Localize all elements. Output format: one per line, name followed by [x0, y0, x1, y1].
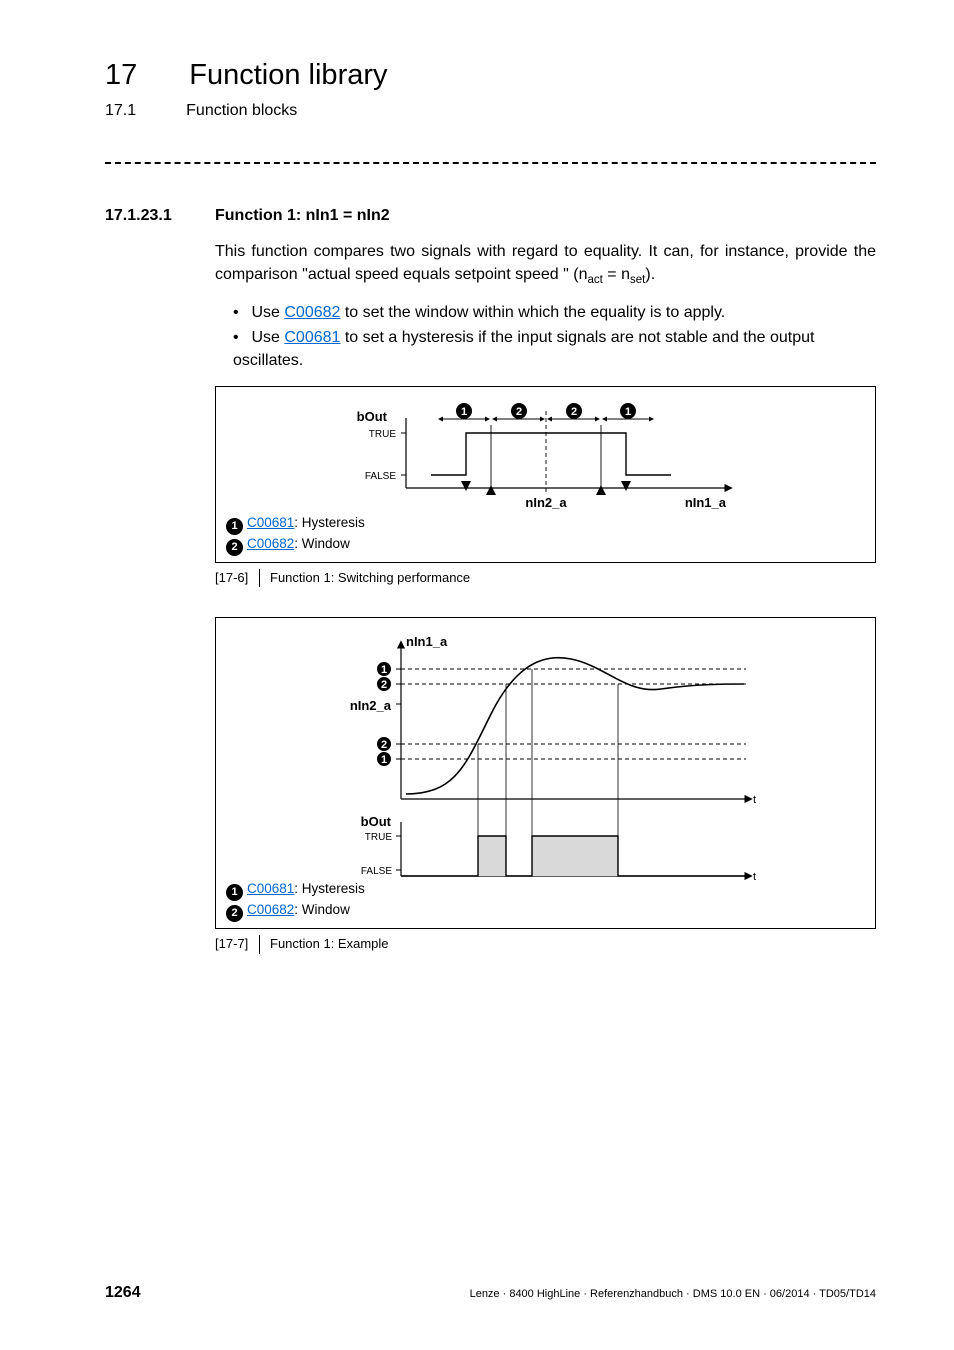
f1-m2a: 2 [515, 406, 521, 418]
figure-1: TRUE FALSE bOut [215, 386, 876, 563]
f1-bout: bOut [356, 409, 387, 424]
legend1-t2: : Window [294, 536, 350, 551]
f2-bout: bOut [360, 814, 391, 829]
legend1-t1: : Hysteresis [294, 515, 365, 530]
section-number: 17.1.23.1 [105, 205, 191, 227]
para1-text-c: ). [645, 266, 655, 283]
subsection-number: 17.1 [105, 100, 136, 122]
legend2-n2: 2 [226, 905, 243, 922]
legend2-t1: : Hysteresis [294, 881, 365, 896]
legend2-n1: 1 [226, 884, 243, 901]
para1-sub2: set [630, 274, 645, 286]
f2-u2: 2 [380, 679, 386, 691]
para1-text-b: = n [603, 266, 630, 283]
f1-m2b: 2 [570, 406, 576, 418]
f2-u1: 1 [380, 664, 386, 676]
legend1-n1: 1 [226, 518, 243, 535]
f1-true: TRUE [368, 429, 396, 440]
f2-nin1: nIn1_a [406, 634, 448, 649]
f2-false: FALSE [360, 866, 391, 877]
legend1-link2[interactable]: C00682 [247, 536, 294, 551]
link-c00682[interactable]: C00682 [284, 304, 340, 321]
caption2-text: Function 1: Example [270, 935, 389, 953]
chapter-title: Function library [189, 55, 387, 96]
section-title: Function 1: nIn1 = nIn2 [215, 205, 390, 227]
figure-2-svg: nIn1_a nIn2_a 1 2 2 1 [306, 634, 786, 889]
f1-false: FALSE [364, 471, 395, 482]
f1-m1a: 1 [460, 406, 466, 418]
figure-2: nIn1_a nIn2_a 1 2 2 1 [215, 617, 876, 929]
f1-nin1: nIn1_a [684, 495, 726, 510]
chapter-number: 17 [105, 55, 137, 96]
bullet1-a: Use [251, 304, 284, 321]
caption1-text: Function 1: Switching performance [270, 569, 470, 587]
page-number: 1264 [105, 1282, 141, 1304]
legend2-t2: : Window [294, 902, 350, 917]
legend1-link1[interactable]: C00681 [247, 515, 294, 530]
figure-1-svg: TRUE FALSE bOut [331, 403, 761, 518]
bullet2-a: Use [251, 329, 284, 346]
subsection-title: Function blocks [186, 100, 297, 122]
caption2-tag: [17-7] [215, 935, 259, 953]
bullet-2: Use C00681 to set a hysteresis if the in… [233, 327, 876, 372]
f1-m1b: 1 [624, 406, 630, 418]
separator [105, 162, 876, 165]
f2-l2: 2 [380, 739, 386, 751]
para1-text-a: This function compares two signals with … [215, 243, 876, 282]
f2-t1: t [753, 794, 756, 806]
f2-nin2: nIn2_a [349, 698, 391, 713]
paragraph-1: This function compares two signals with … [215, 241, 876, 288]
bullet1-b: to set the window within which the equal… [340, 304, 725, 321]
f1-nin2: nIn2_a [525, 495, 567, 510]
f2-t2: t [753, 871, 756, 883]
f2-l1: 1 [380, 754, 386, 766]
legend2-link1[interactable]: C00681 [247, 881, 294, 896]
f2-true: TRUE [364, 832, 392, 843]
bullet-1: Use C00682 to set the window within whic… [233, 302, 876, 324]
legend2-link2[interactable]: C00682 [247, 902, 294, 917]
para1-sub1: act [587, 274, 602, 286]
footer-text: Lenze · 8400 HighLine · Referenzhandbuch… [470, 1287, 876, 1302]
caption1-tag: [17-6] [215, 569, 259, 587]
legend1-n2: 2 [226, 539, 243, 556]
link-c00681[interactable]: C00681 [284, 329, 340, 346]
